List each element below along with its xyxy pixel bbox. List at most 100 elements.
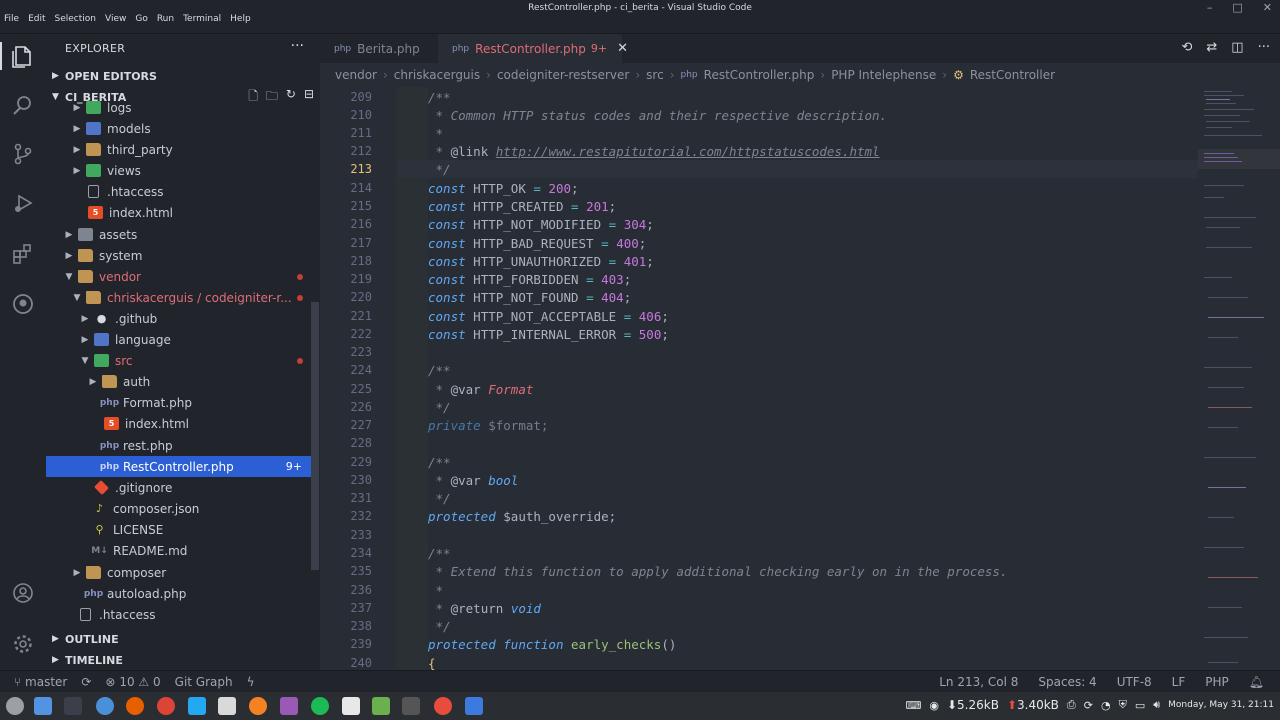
sync-tray-icon[interactable]: ⟳ [1084, 699, 1093, 712]
vpn-icon[interactable]: ◉ [929, 699, 939, 712]
sync-icon[interactable]: ⟳ [81, 675, 91, 689]
sidebar-scrollbar[interactable] [311, 302, 319, 570]
minimize-icon[interactable]: – [1207, 1, 1213, 14]
notifications-bell-icon[interactable]: 🔔︎ [1249, 675, 1264, 689]
tree-item-htaccess[interactable]: .htaccess [46, 181, 310, 202]
sublime-icon[interactable] [249, 697, 267, 715]
breadcrumb-item[interactable]: chriskacerguis [394, 68, 480, 82]
vscode-icon[interactable] [188, 697, 206, 715]
volume-icon[interactable]: 🔊︎ [1153, 698, 1160, 712]
tree-item-assets[interactable]: ▶ assets [46, 224, 310, 245]
menu-terminal[interactable]: Terminal [183, 14, 221, 24]
tree-item-github[interactable]: ▶ ● .github [46, 308, 310, 329]
battery-icon[interactable]: ▭ [1135, 699, 1145, 712]
split-editor-icon[interactable]: ◫ [1231, 40, 1243, 55]
code-editor[interactable]: 209 /** 210 * Common HTTP status codes an… [320, 87, 1280, 670]
tree-item-format-php[interactable]: php Format.php [46, 392, 310, 413]
tree-item-auth[interactable]: ▶ auth [46, 371, 310, 392]
menu-go[interactable]: Go [135, 14, 147, 24]
tree-item-readme-md[interactable]: M↓ README.md [46, 540, 310, 561]
breadcrumb-item[interactable]: RestController [970, 68, 1055, 82]
compare-changes-icon[interactable]: ⇄ [1206, 40, 1217, 55]
more-actions-icon[interactable]: ··· [291, 38, 304, 54]
tree-item-models[interactable]: ▶ models [46, 118, 310, 139]
tree-item-rest-php[interactable]: php rest.php [46, 435, 310, 456]
menu-edit[interactable]: Edit [28, 14, 45, 24]
source-control-icon[interactable] [9, 140, 37, 168]
problems-indicator[interactable]: ⊗ 10 ⚠ 0 [105, 675, 160, 689]
app-launcher-icon[interactable] [6, 697, 24, 715]
tree-item-root-htaccess[interactable]: .htaccess [46, 604, 310, 625]
doc-link[interactable]: http://www.restapitutorial.com/httpstatu… [496, 144, 880, 159]
end-of-line[interactable]: LF [1172, 675, 1186, 689]
app-blue-icon[interactable] [465, 697, 483, 715]
search-icon[interactable] [9, 91, 37, 119]
breadcrumb-item[interactable]: codeigniter-restserver [497, 68, 629, 82]
run-debug-icon[interactable] [9, 189, 37, 217]
close-tab-icon[interactable]: ✕ [617, 41, 628, 56]
tree-item-views[interactable]: ▶ views [46, 160, 310, 181]
branch-indicator[interactable]: ⑂ master [14, 675, 67, 689]
tree-item-composer[interactable]: ▶ composer [46, 562, 310, 583]
extensions-icon[interactable] [9, 240, 37, 268]
account-icon[interactable] [9, 579, 37, 607]
spreadsheet-icon[interactable] [372, 697, 390, 715]
menu-view[interactable]: View [105, 14, 126, 24]
tree-item-third-party[interactable]: ▶ third_party [46, 139, 310, 160]
tree-item-logs[interactable]: ▶ logs [46, 97, 310, 118]
browser-icon[interactable] [96, 697, 114, 715]
settings-gear-icon[interactable] [9, 630, 37, 658]
more-actions-icon[interactable]: ··· [1258, 40, 1270, 55]
app-purple-icon[interactable] [280, 697, 298, 715]
tree-item-autoload-php[interactable]: php autoload.php [46, 583, 310, 604]
section-timeline[interactable]: ▶ TIMELINE [46, 650, 320, 670]
menu-run[interactable]: Run [157, 14, 174, 24]
breadcrumb-item[interactable]: PHP Intelephense [831, 68, 936, 82]
section-outline[interactable]: ▶ OUTLINE [46, 629, 320, 649]
minimap-viewport[interactable] [1198, 149, 1280, 169]
app-cat-icon[interactable] [402, 697, 420, 715]
cursor-position[interactable]: Ln 213, Col 8 [939, 675, 1018, 689]
menu-help[interactable]: Help [230, 14, 251, 24]
spotify-icon[interactable] [311, 697, 329, 715]
file-manager-icon[interactable] [34, 697, 52, 715]
breadcrumb-item[interactable]: vendor [335, 68, 377, 82]
firefox-icon[interactable] [126, 697, 144, 715]
keyboard-icon[interactable]: ⌨ [905, 699, 921, 712]
tree-item-language[interactable]: ▶ language [46, 329, 310, 350]
shield-icon[interactable]: ⛨ [1119, 698, 1127, 712]
tree-item-license[interactable]: ⚲ LICENSE [46, 519, 310, 540]
menu-file[interactable]: File [4, 14, 19, 24]
terminal-icon[interactable] [64, 697, 82, 715]
tree-item-src[interactable]: ▼ src [46, 350, 310, 371]
history-icon[interactable]: ⟲ [1181, 40, 1192, 55]
tree-item-restcontroller-php[interactable]: php RestController.php 9+ [46, 456, 318, 477]
document-icon[interactable] [342, 697, 360, 715]
breadcrumb-item[interactable]: src [646, 68, 664, 82]
section-open-editors[interactable]: ▶ OPEN EDITORS [46, 66, 320, 86]
clock[interactable]: Monday, May 31, 21:11 [1168, 700, 1274, 710]
close-window-icon[interactable]: ✕ [1263, 1, 1272, 14]
minimap[interactable] [1198, 87, 1280, 670]
language-mode[interactable]: PHP [1205, 675, 1229, 689]
tree-item-composer-json[interactable]: ♪ composer.json [46, 498, 310, 519]
tree-item-gitignore[interactable]: .gitignore [46, 477, 310, 498]
tree-item-src-index-html[interactable]: 5 index.html [46, 413, 310, 434]
tab-berita-php[interactable]: php Berita.php [320, 34, 438, 63]
github-icon[interactable] [9, 290, 37, 318]
inkscape-icon[interactable] [218, 697, 236, 715]
wifi-icon[interactable]: ◔ [1101, 699, 1111, 712]
tab-restcontroller-php[interactable]: php RestController.php 9+ ✕ [438, 34, 628, 63]
tree-item-system[interactable]: ▶ system [46, 245, 310, 266]
encoding[interactable]: UTF-8 [1117, 675, 1152, 689]
indentation[interactable]: Spaces: 4 [1038, 675, 1096, 689]
chrome-icon[interactable] [157, 697, 175, 715]
menu-selection[interactable]: Selection [55, 14, 96, 24]
git-graph-button[interactable]: Git Graph [175, 675, 233, 689]
maximize-icon[interactable]: □ [1232, 1, 1242, 14]
tree-item-index-html[interactable]: 5 index.html [46, 202, 310, 223]
lightning-icon[interactable]: ϟ [247, 675, 255, 689]
tree-item-vendor[interactable]: ▼ vendor [46, 266, 310, 287]
breadcrumb-item[interactable]: RestController.php [704, 68, 815, 82]
printer-icon[interactable]: ⎙ [1067, 698, 1076, 712]
